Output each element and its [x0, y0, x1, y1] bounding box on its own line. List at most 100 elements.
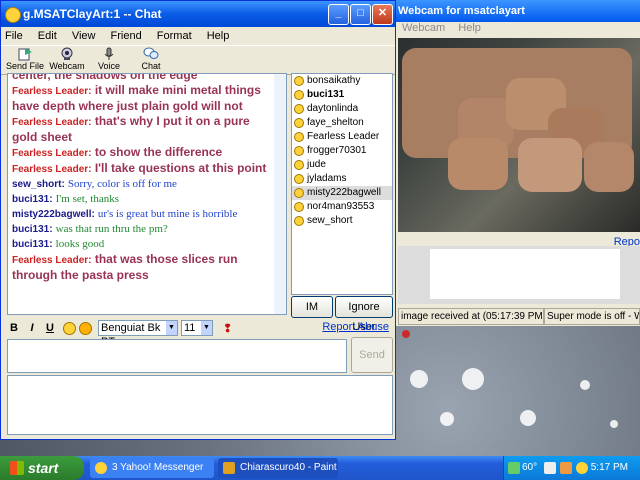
chat-message: buci131: looks good — [12, 237, 274, 252]
messenger-tray-icon[interactable] — [576, 462, 588, 474]
menu-edit[interactable]: Edit — [38, 30, 57, 42]
smiley-icon — [294, 146, 304, 156]
menu-webcam[interactable]: Webcam — [402, 22, 445, 34]
start-button[interactable]: start — [0, 456, 84, 480]
chevron-down-icon: ▼ — [201, 321, 212, 335]
chat-titlebar: g.MSATClayArt:1 -- Chat _ □ ✕ — [1, 1, 395, 27]
bold-button[interactable]: B — [5, 322, 23, 334]
message-speaker: Fearless Leader: — [12, 255, 92, 266]
chat-message: Fearless Leader: that's why I put it on … — [12, 114, 274, 145]
smiley-icon — [294, 104, 304, 114]
ignore-user-button[interactable]: Ignore User — [335, 296, 393, 333]
menu-help[interactable]: Help — [458, 22, 481, 34]
maximize-button[interactable]: □ — [350, 4, 371, 25]
message-text: ur's is great but mine is horrible — [97, 208, 238, 220]
snow-dot — [580, 380, 590, 390]
im-button[interactable]: IM — [291, 296, 333, 318]
menu-help[interactable]: Help — [207, 30, 230, 42]
chat-message: Fearless Leader: it will make mini metal… — [12, 83, 274, 114]
message-text: Sorry, color is off for me — [67, 178, 177, 190]
user-list-item[interactable]: misty222bagwell — [292, 186, 392, 200]
system-tray: 60° 5:17 PM — [503, 456, 640, 480]
audible-icon[interactable] — [79, 321, 92, 335]
menu-friend[interactable]: Friend — [111, 30, 142, 42]
windows-flag-icon — [10, 461, 24, 475]
smiley-icon — [294, 118, 304, 128]
emoticon-icon[interactable] — [63, 321, 76, 335]
snow-dot — [520, 410, 536, 426]
task-paint[interactable]: Chiarascuro40 - Paint — [218, 458, 338, 478]
red-dot — [402, 330, 410, 338]
user-list-item[interactable]: faye_shelton — [292, 116, 392, 130]
chat-message: Fearless Leader: to show the difference — [12, 145, 274, 161]
chat-button[interactable]: Chat — [131, 46, 171, 74]
user-list[interactable]: bonsaikathy buci131 daytonlinda faye_shelto… — [291, 73, 393, 295]
voice-button[interactable]: Voice — [89, 46, 129, 74]
chat-message: buci131: I'm set, thanks — [12, 192, 274, 207]
user-name: Fearless Leader — [307, 131, 380, 142]
font-select[interactable]: Benguiat Bk BT▼ — [98, 320, 178, 348]
user-list-item[interactable]: jude — [292, 158, 392, 172]
message-speaker: buci131: — [12, 239, 53, 250]
webcam-info-box — [430, 249, 620, 299]
webcam-title: Webcam for msatclayart — [380, 0, 640, 22]
webcam-icon — [61, 47, 73, 60]
user-list-item[interactable]: frogger70301 — [292, 144, 392, 158]
message-speaker: misty222bagwell: — [12, 209, 95, 220]
report-abuse-link[interactable]: Report Abuse — [322, 321, 389, 333]
chat-message: misty222bagwell: ur's is great but mine … — [12, 207, 274, 222]
message-input[interactable] — [7, 339, 347, 373]
user-list-item[interactable]: jyladams — [292, 172, 392, 186]
menu-format[interactable]: Format — [157, 30, 192, 42]
user-name: bonsaikathy — [307, 75, 361, 86]
message-speaker: sew_short: — [12, 179, 65, 190]
microphone-icon — [104, 47, 114, 60]
menu-file[interactable]: File — [5, 30, 23, 42]
message-text: I'll take questions at this point — [94, 161, 267, 175]
alert-icon[interactable]: ❢ — [223, 322, 232, 335]
tray-app-icon[interactable] — [544, 462, 556, 474]
smiley-icon — [294, 90, 304, 100]
close-button[interactable]: ✕ — [372, 4, 393, 25]
chat-bubble-icon — [143, 47, 159, 59]
user-name: jude — [307, 159, 326, 170]
user-name: jyladams — [307, 173, 347, 184]
user-list-item[interactable]: bonsaikathy — [292, 74, 392, 88]
webcam-button[interactable]: Webcam — [47, 46, 87, 74]
paint-icon — [223, 462, 235, 474]
menu-view[interactable]: View — [72, 30, 96, 42]
user-name: misty222bagwell — [307, 187, 381, 198]
smiley-icon — [294, 202, 304, 212]
task-yahoo-messenger[interactable]: 3 Yahoo! Messenger — [90, 458, 214, 478]
font-size-select[interactable]: 11 ▼ — [181, 320, 213, 336]
user-name: faye_shelton — [307, 117, 364, 128]
italic-button[interactable]: I — [23, 322, 41, 334]
user-name: frogger70301 — [307, 145, 367, 156]
user-name: daytonlinda — [307, 103, 359, 114]
chat-message: center, the shadows on the edge — [12, 74, 274, 83]
user-list-item[interactable]: buci131 — [292, 88, 392, 102]
chat-message: Fearless Leader: I'll take questions at … — [12, 161, 274, 177]
send-file-button[interactable]: Send File — [5, 46, 45, 74]
chevron-down-icon: ▼ — [166, 321, 177, 335]
message-history[interactable]: center, the shadows on the edge Fearless … — [7, 73, 287, 315]
webcam-window: Webcam for msatclayart Webcam Help Repo … — [380, 0, 640, 326]
user-list-item[interactable]: Fearless Leader — [292, 130, 392, 144]
message-speaker: Fearless Leader: — [12, 164, 92, 175]
message-speaker: buci131: — [12, 224, 53, 235]
user-list-item[interactable]: nor4man93553 — [292, 200, 392, 214]
message-scrollbar[interactable] — [274, 74, 286, 314]
message-text: was that run thru the pm? — [55, 223, 168, 235]
send-button[interactable]: Send — [351, 337, 393, 373]
user-list-item[interactable]: daytonlinda — [292, 102, 392, 116]
user-list-item[interactable]: sew_short — [292, 214, 392, 228]
temperature: 60° — [522, 462, 538, 473]
weather-icon[interactable] — [508, 462, 520, 474]
message-text: to show the difference — [94, 145, 223, 159]
chat-title: g.MSATClayArt:1 -- Chat — [23, 7, 162, 21]
tray-app-icon[interactable] — [560, 462, 572, 474]
messenger-icon — [5, 7, 21, 23]
minimize-button[interactable]: _ — [328, 4, 349, 25]
underline-button[interactable]: U — [41, 322, 59, 334]
message-text: I'm set, thanks — [55, 193, 120, 205]
